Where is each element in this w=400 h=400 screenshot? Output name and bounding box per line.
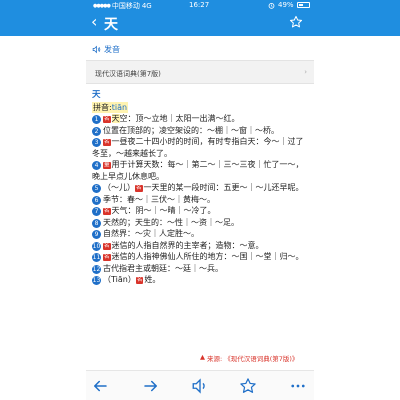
definition-item: 13 （Tiān）名 姓。 <box>92 274 308 286</box>
definition-item: 10 名迷信的人指自然界的主宰者；造物：～意。 <box>92 240 308 252</box>
pos-tag: 量 <box>103 162 111 169</box>
definition-number: 9 <box>92 230 101 239</box>
page-title: 天 <box>104 17 118 33</box>
definition-text: 空：顶～立地｜太阳一出满～红。 <box>119 114 240 123</box>
definition-item: 4 量用于计算天数：每～｜第二～｜三～三夜｜忙了一～，晚上早点儿休息吧。 <box>92 159 308 182</box>
status-bar: ●●●●● 中国移动 4G 16:27 49% <box>0 0 400 10</box>
battery-percent: 49% <box>278 1 294 9</box>
definition-number: 5 <box>92 184 101 193</box>
definition-text: 迷信的人指自然界的主宰者；造物：～意。 <box>111 240 264 250</box>
source-header[interactable]: 现代汉语词典(第7版) › <box>86 60 314 84</box>
signal-icon: ●●●●● <box>93 3 111 9</box>
definition-text: 天气：阴～｜～晴｜～冷了。 <box>111 206 216 215</box>
definition-item: 2 位置在顶部的；凌空架设的：～棚｜～窗｜～桥。 <box>92 125 308 137</box>
definition-prefix: （～儿） <box>103 183 135 192</box>
source-footer-name[interactable]: 《现代汉语词典(第7版)》 <box>224 353 298 363</box>
definition-item: 6 季节：春～｜三伏～｜黄梅～。 <box>92 194 308 206</box>
speaker-icon[interactable] <box>191 377 209 395</box>
definition-text: 迷信的人指神佛仙人所住的地方：～国｜～堂｜归～。 <box>111 252 304 261</box>
speaker-icon <box>92 45 101 54</box>
headword: 天 <box>92 90 101 100</box>
pos-tag: 名 <box>103 116 111 123</box>
definition-text: 一天里的某一段时间：五更～｜～儿还早呢。 <box>143 183 304 192</box>
definition-item: 1 名天空：顶～立地｜太阳一出满～红。 <box>92 113 308 125</box>
definition-item: 11 名迷信的人指神佛仙人所住的地方：～国｜～堂｜归～。 <box>92 251 308 263</box>
pronounce-label: 发音 <box>104 45 120 54</box>
definition-text: 姓。 <box>144 275 161 284</box>
definition-number: 10 <box>92 241 101 251</box>
entry-content: 天 拼音:tiān 1 名天空：顶～立地｜太阳一出满～红。 2 位置在顶部的；凌空架设… <box>92 90 308 286</box>
bottom-toolbar <box>86 370 314 400</box>
definition-number: 2 <box>92 126 101 136</box>
source-footer-label: 来源: <box>207 355 223 363</box>
nav-bar: ‹ 天 <box>0 10 400 36</box>
definition-text: 古代指君主或朝廷：～廷｜～兵。 <box>103 263 223 273</box>
definition-number: 6 <box>92 195 101 205</box>
definition-item: 8 天然的；天生的：～性｜～资｜～足。 <box>92 217 308 229</box>
definition-number: 4 <box>92 161 101 170</box>
star-icon[interactable] <box>239 377 257 395</box>
definition-item: 5 （～儿）名 一天里的某一段时间：五更～｜～儿还早呢。 <box>92 182 308 194</box>
pos-tag: 名 <box>103 242 111 250</box>
battery-level <box>298 4 303 6</box>
chevron-right-icon[interactable]: › <box>304 68 307 76</box>
pinyin-highlight: 拼音:tiān <box>92 101 129 113</box>
pinyin-value: tiān <box>111 102 128 112</box>
pronounce-button[interactable]: 发音 <box>92 44 120 55</box>
definition-number: 8 <box>92 218 101 228</box>
more-icon[interactable] <box>289 377 307 395</box>
pinyin-row: 拼音:tiān <box>92 101 308 113</box>
back-button[interactable]: ‹ <box>91 13 97 31</box>
pos-tag: 名 <box>103 208 111 215</box>
status-time: 16:27 <box>189 1 210 9</box>
definition-number: 12 <box>92 264 101 274</box>
alarm-icon <box>268 2 275 9</box>
pos-tag: 名 <box>135 185 143 192</box>
definition-number: 11 <box>92 253 101 262</box>
definition-item: 3 名一昼夜二十四小时的时间，有时专指白天：今～｜过了冬至，～越来越长了。 <box>92 136 308 159</box>
warning-icon: ▲ <box>200 353 205 361</box>
pos-tag: 名 <box>103 139 111 146</box>
definition-text: 位置在顶部的；凌空架设的：～棚｜～窗｜～桥。 <box>103 125 279 135</box>
definition-number: 13 <box>92 276 101 285</box>
definition-number: 3 <box>92 138 101 147</box>
definition-text: 季节：春～｜三伏～｜黄梅～。 <box>103 194 215 204</box>
battery-icon <box>296 2 310 8</box>
favorite-button[interactable] <box>289 15 303 29</box>
pinyin-label: 拼音: <box>93 102 112 112</box>
network-label: 4G <box>141 2 152 10</box>
status-right: 49% <box>268 1 310 9</box>
definition-text: 一昼夜二十四小时的时间，有时专指白天：今～｜过了冬至，～越来越长了。 <box>92 137 304 158</box>
definition-number: 7 <box>92 207 101 216</box>
pos-tag: 名 <box>103 254 111 261</box>
arrow-left-icon[interactable] <box>91 377 109 395</box>
source-name: 现代汉语词典(第7版) <box>95 70 161 78</box>
definition-number: 1 <box>92 115 101 124</box>
definition-prefix: （Tiān） <box>103 275 136 284</box>
highlighted-word: 天 <box>111 114 120 123</box>
pos-tag: 名 <box>135 277 144 284</box>
definition-text: 自然界：～灾｜人定胜～。 <box>103 229 199 238</box>
arrow-right-icon[interactable] <box>142 377 160 395</box>
source-footer: ▲ 来源: 《现代汉语词典(第7版)》 <box>200 353 298 363</box>
definition-item: 9 自然界：～灾｜人定胜～。 <box>92 228 308 240</box>
definition-item: 12 古代指君主或朝廷：～廷｜～兵。 <box>92 263 308 275</box>
definition-text: 天然的；天生的：～性｜～资｜～足。 <box>103 217 239 227</box>
definition-list: 1 名天空：顶～立地｜太阳一出满～红。 2 位置在顶部的；凌空架设的：～棚｜～窗｜～桥… <box>92 113 308 286</box>
definition-text: 用于计算天数：每～｜第二～｜三～三夜｜忙了一～，晚上早点儿休息吧。 <box>92 160 304 181</box>
definition-item: 7 名天气：阴～｜～晴｜～冷了。 <box>92 205 308 217</box>
